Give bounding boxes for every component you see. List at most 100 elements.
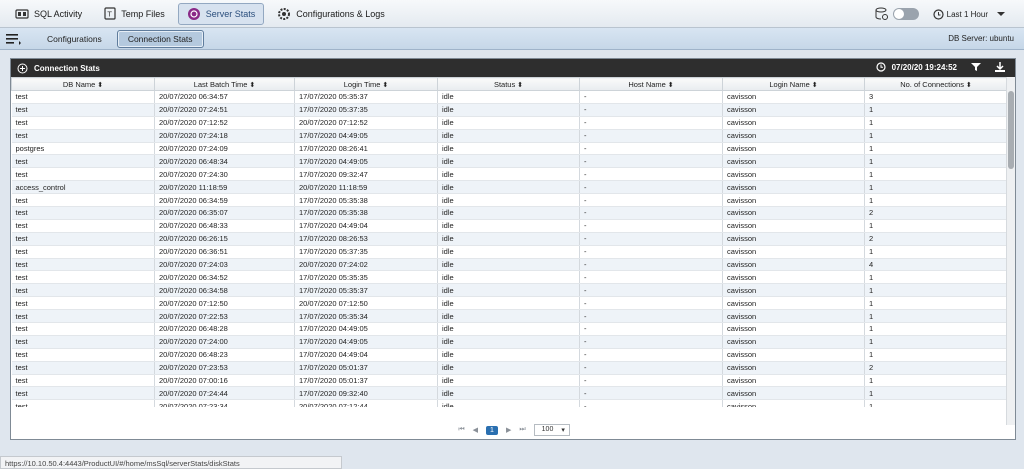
table-cell: cavisson xyxy=(722,129,865,143)
sort-icon[interactable]: ⬍ xyxy=(666,82,674,89)
column-header[interactable]: DB Name ⬍ xyxy=(11,77,155,91)
sort-icon[interactable]: ⬍ xyxy=(964,82,972,89)
table-row[interactable]: access_control 20/07/2020 11:18:59 20/07/2… xyxy=(11,180,1008,195)
database-search-icon[interactable] xyxy=(875,7,889,21)
table-cell: cavisson xyxy=(722,245,865,259)
table-cell: 20/07/2020 06:48:28 xyxy=(154,322,295,336)
table-row[interactable]: test 20/07/2020 07:24:18 17/07/2020 04:49:… xyxy=(11,129,1008,143)
subtab-configurations[interactable]: Configurations xyxy=(36,30,113,48)
table-row[interactable]: test 20/07/2020 07:22:53 17/07/2020 05:35:… xyxy=(11,309,1008,324)
table-row[interactable]: postgres 20/07/2020 07:24:09 17/07/2020 08… xyxy=(11,142,1008,156)
table-cell: 20/07/2020 06:34:58 xyxy=(154,283,295,298)
toggle-switch[interactable] xyxy=(892,8,919,20)
sort-icon[interactable]: ⬍ xyxy=(247,82,255,89)
table-row[interactable]: test 20/07/2020 06:35:07 17/07/2020 05:35:… xyxy=(11,206,1008,220)
table-cell: cavisson xyxy=(722,374,865,388)
table-cell: 20/07/2020 11:18:59 xyxy=(154,180,295,195)
subtab-label: Configurations xyxy=(47,33,102,44)
time-range-label[interactable]: Last 1 Hour xyxy=(947,10,988,19)
tab-configurations-logs[interactable]: Configurations & Logs xyxy=(268,3,394,25)
table-cell: idle xyxy=(437,206,580,220)
column-header[interactable]: Login Time ⬍ xyxy=(294,77,438,91)
table-cell: idle xyxy=(437,348,580,362)
table-cell: cavisson xyxy=(722,232,865,246)
table-cell: cavisson xyxy=(722,309,865,324)
table-cell: 20/07/2020 07:24:30 xyxy=(154,167,295,182)
table-cell: test xyxy=(11,374,155,388)
sort-icon[interactable]: ⬍ xyxy=(380,82,388,89)
table-row[interactable]: test 20/07/2020 07:00:16 17/07/2020 05:01:… xyxy=(11,374,1008,388)
table-cell: - xyxy=(579,167,723,182)
table-cell: test xyxy=(11,103,155,117)
table-cell: 1 xyxy=(864,193,1008,208)
tab-label: Temp Files xyxy=(121,8,165,19)
table-row[interactable]: test 20/07/2020 07:24:30 17/07/2020 09:32:… xyxy=(11,167,1008,182)
table-cell: idle xyxy=(437,193,580,208)
sort-icon[interactable]: ⬍ xyxy=(515,82,523,89)
table-row[interactable]: test 20/07/2020 06:34:58 17/07/2020 05:35:… xyxy=(11,283,1008,298)
column-header[interactable]: Status ⬍ xyxy=(437,77,580,91)
tab-server-stats[interactable]: Server Stats xyxy=(177,2,265,25)
table-cell: 17/07/2020 05:35:35 xyxy=(294,270,438,285)
column-header-label: Login Name xyxy=(769,79,810,89)
table-row[interactable]: test 20/07/2020 06:48:28 17/07/2020 04:49:… xyxy=(11,322,1008,336)
table-cell: test xyxy=(11,193,155,208)
filter-icon[interactable] xyxy=(971,62,981,72)
table-cell: - xyxy=(579,296,723,311)
column-header[interactable]: Login Name ⬍ xyxy=(722,77,865,91)
table-cell: - xyxy=(579,386,723,401)
scrollbar-thumb[interactable] xyxy=(1008,91,1014,169)
table-cell: idle xyxy=(437,283,580,298)
table-row[interactable]: test 20/07/2020 07:23:53 17/07/2020 05:01:… xyxy=(11,361,1008,375)
connection-stats-panel: Connection Stats 07/20/20 19:24:52 DB Na… xyxy=(10,58,1016,440)
current-page-button[interactable]: 1 xyxy=(486,425,498,435)
table-cell: test xyxy=(11,348,155,362)
next-page-icon[interactable]: ▶ xyxy=(506,426,511,434)
first-page-icon[interactable]: ⏮ xyxy=(458,426,464,434)
column-header[interactable]: No. of Connections ⬍ xyxy=(864,77,1008,91)
table-row[interactable]: test 20/07/2020 06:34:57 17/07/2020 05:35:… xyxy=(11,90,1008,104)
table-cell: test xyxy=(11,90,155,104)
panel-header: Connection Stats 07/20/20 19:24:52 xyxy=(11,59,1015,77)
table-row[interactable]: test 20/07/2020 07:12:52 20/07/2020 07:12:… xyxy=(11,116,1008,130)
column-header[interactable]: Host Name ⬍ xyxy=(579,77,723,91)
table-row[interactable]: test 20/07/2020 06:34:59 17/07/2020 05:35:… xyxy=(11,193,1008,208)
table-row[interactable]: test 20/07/2020 07:12:50 20/07/2020 07:12:… xyxy=(11,296,1008,311)
table-cell: - xyxy=(579,154,723,169)
table-cell: - xyxy=(579,116,723,130)
table-cell: 20/07/2020 07:12:52 xyxy=(294,116,438,130)
vertical-scrollbar[interactable] xyxy=(1006,77,1015,425)
last-page-icon[interactable]: ⏭ xyxy=(519,426,525,434)
prev-page-icon[interactable]: ◀ xyxy=(473,426,478,434)
table-row[interactable]: test 20/07/2020 06:48:34 17/07/2020 04:49:… xyxy=(11,154,1008,169)
table-row[interactable]: test 20/07/2020 07:24:03 20/07/2020 07:24:… xyxy=(11,258,1008,272)
download-icon[interactable] xyxy=(995,62,1005,72)
sort-icon[interactable]: ⬍ xyxy=(95,82,103,89)
sort-icon[interactable]: ⬍ xyxy=(810,82,818,89)
tab-sql-activity[interactable]: SQL Activity xyxy=(6,3,91,25)
table-cell: cavisson xyxy=(722,348,865,362)
subtab-connection-stats[interactable]: Connection Stats xyxy=(116,29,204,48)
tab-label: Configurations & Logs xyxy=(296,8,385,19)
table-cell: - xyxy=(579,309,723,324)
table-row[interactable]: test 20/07/2020 06:48:23 17/07/2020 04:49:… xyxy=(11,348,1008,362)
table-cell: 20/07/2020 07:24:44 xyxy=(154,386,295,401)
table-row[interactable]: test 20/07/2020 06:34:52 17/07/2020 05:35:… xyxy=(11,270,1008,285)
menu-icon[interactable] xyxy=(6,33,22,45)
table-cell: 17/07/2020 05:35:37 xyxy=(294,283,438,298)
tab-temp-files[interactable]: T Temp Files xyxy=(95,3,174,25)
column-header[interactable]: Last Batch Time ⬍ xyxy=(154,77,295,91)
table-row[interactable]: test 20/07/2020 06:48:33 17/07/2020 04:49:… xyxy=(11,219,1008,233)
table-cell: test xyxy=(11,399,155,407)
table-cell: 20/07/2020 06:48:34 xyxy=(154,154,295,169)
page-size-select[interactable]: 100 ▾ xyxy=(533,424,570,436)
table-cell: idle xyxy=(437,335,580,349)
table-row[interactable]: test 20/07/2020 06:36:51 17/07/2020 05:37:… xyxy=(11,245,1008,259)
table-row[interactable]: test 20/07/2020 07:23:34 20/07/2020 07:12:… xyxy=(11,399,1008,407)
table-row[interactable]: test 20/07/2020 07:24:44 17/07/2020 09:32:… xyxy=(11,386,1008,401)
table-row[interactable]: test 20/07/2020 06:26:15 17/07/2020 08:26:… xyxy=(11,232,1008,246)
table-row[interactable]: test 20/07/2020 07:24:00 17/07/2020 04:49:… xyxy=(11,335,1008,349)
table-cell: cavisson xyxy=(722,180,865,195)
table-row[interactable]: test 20/07/2020 07:24:51 17/07/2020 05:37:… xyxy=(11,103,1008,117)
chevron-down-icon[interactable] xyxy=(996,10,1006,18)
